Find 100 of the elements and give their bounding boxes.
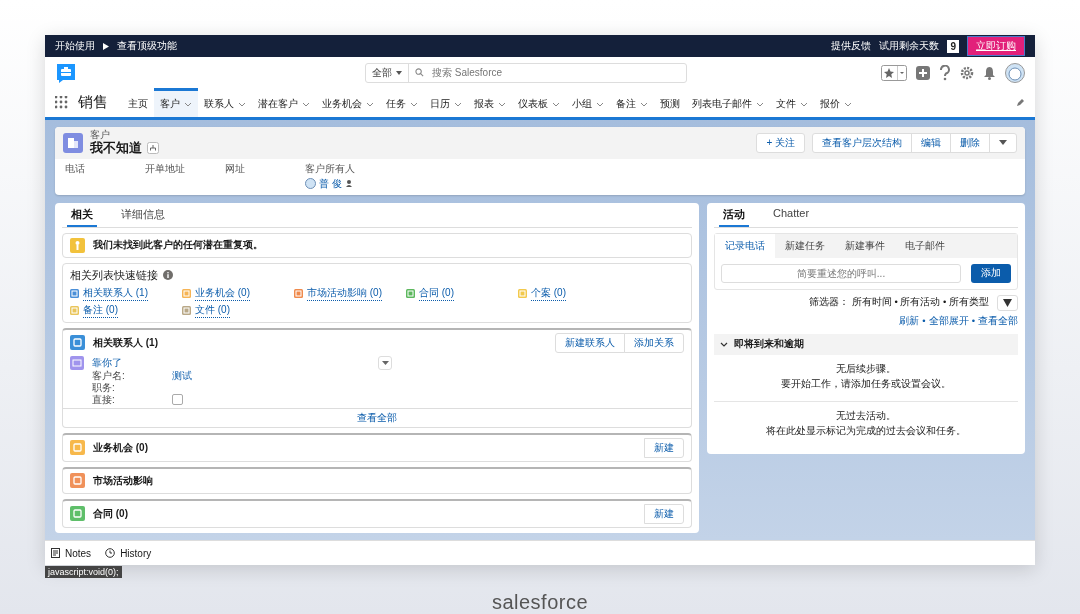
note-icon [51, 548, 60, 558]
nav-tab[interactable]: 潜在客户 [252, 88, 316, 117]
history-button[interactable]: History [105, 547, 152, 559]
chevron-down-icon[interactable] [184, 101, 192, 107]
separator: • [971, 314, 975, 326]
chevron-down-icon[interactable] [800, 101, 808, 107]
object-type-label: 客户 [90, 130, 111, 140]
nav-tab[interactable]: 预测 [654, 88, 686, 117]
nav-tab[interactable]: 任务 [380, 88, 424, 117]
edit-pencil-icon[interactable] [1016, 98, 1025, 107]
new-button[interactable]: 新建 [644, 503, 684, 524]
nav-tab[interactable]: 业务机会 [316, 88, 380, 117]
account-link[interactable]: 测试 [172, 368, 192, 383]
chevron-down-icon[interactable] [498, 101, 506, 107]
empty-message: 无过去活动。 [836, 409, 896, 423]
add-button[interactable]: 添加 [971, 263, 1011, 283]
filter-button[interactable] [997, 294, 1018, 311]
chevron-down-icon[interactable] [238, 101, 246, 107]
action-button[interactable]: 查看客户层次结构 [812, 132, 912, 153]
more-actions-button[interactable] [989, 132, 1017, 153]
search-icon [415, 68, 424, 77]
nav-tab[interactable]: 客户 [154, 88, 198, 117]
nav-tab[interactable]: 日历 [424, 88, 468, 117]
tab[interactable]: Chatter [769, 202, 814, 227]
person-icon [70, 237, 85, 253]
activity-tab[interactable]: 新建事件 [835, 233, 895, 258]
activity-tab[interactable]: 记录电话 [715, 233, 775, 258]
notes-button[interactable]: Notes [51, 547, 92, 559]
settings-icon[interactable] [960, 65, 974, 80]
notification-bell-icon[interactable] [983, 65, 996, 80]
chevron-down-icon[interactable] [302, 101, 310, 107]
nav-tab[interactable]: 报价 [814, 88, 858, 117]
owner-link[interactable]: 普 俊 [319, 176, 342, 191]
quick-link[interactable]: 相关联系人 (1) [83, 285, 148, 301]
search-scope-dropdown[interactable]: 全部 [366, 63, 409, 82]
activity-tab[interactable]: 电子邮件 [895, 233, 955, 258]
search-field[interactable]: 全部 搜索 Salesforce [365, 62, 687, 83]
activity-link[interactable]: 查看全部 [978, 314, 1018, 326]
breadcrumb-link[interactable]: 开始使用 [55, 39, 95, 53]
nav-tab[interactable]: 列表电子邮件 [686, 88, 770, 117]
contact-link[interactable]: 靠你了 [92, 355, 370, 370]
empty-message: 无后续步骤。 [836, 362, 896, 376]
trial-label: 试用剩余天数 [879, 39, 940, 53]
alert-text: 我们未找到此客户的任何潜在重复项。 [93, 238, 263, 253]
row-actions-button[interactable] [378, 355, 392, 370]
view-all-link[interactable]: 查看全部 [357, 411, 397, 423]
chevron-down-icon[interactable] [410, 101, 418, 107]
chevron-down-icon[interactable] [552, 101, 560, 107]
action-button[interactable]: 编辑 [911, 132, 951, 153]
new-button[interactable]: 新建联系人 [555, 332, 625, 353]
field-label: 客户名: [92, 368, 126, 383]
buy-now-button[interactable]: 立即订购 [967, 36, 1025, 56]
field-label: 网址 [225, 161, 246, 176]
avatar-icon[interactable] [1005, 62, 1025, 83]
info-icon[interactable] [163, 270, 173, 281]
nav-tab[interactable]: 报表 [468, 88, 512, 117]
nav-tab[interactable]: 备注 [610, 88, 654, 117]
new-button[interactable]: 添加关系 [624, 332, 684, 353]
status-tooltip: javascript:void(0); [45, 566, 122, 578]
caret-down-icon [999, 140, 1007, 146]
quick-link[interactable]: 市场活动影响 (0) [307, 285, 382, 301]
feedback-link[interactable]: 提供反馈 [831, 39, 872, 53]
chevron-down-icon[interactable] [596, 101, 604, 107]
section-header[interactable]: 即将到来和逾期 [714, 333, 1018, 355]
tab[interactable]: 相关 [67, 202, 97, 227]
tab[interactable]: 详细信息 [117, 202, 169, 227]
follow-button[interactable]: + 关注 [756, 132, 805, 153]
breadcrumb-link[interactable]: 查看顶级功能 [117, 39, 177, 53]
new-button[interactable]: 新建 [644, 437, 684, 458]
hierarchy-icon[interactable] [147, 141, 159, 154]
nav-tab[interactable]: 仪表板 [512, 88, 566, 117]
chevron-down-icon[interactable] [640, 101, 648, 107]
help-icon[interactable] [939, 64, 951, 81]
quick-link[interactable]: 文件 (0) [195, 302, 230, 318]
action-button[interactable]: 删除 [950, 132, 990, 153]
nav-tab[interactable]: 小组 [566, 88, 610, 117]
activity-link[interactable]: 全部展开 [928, 314, 969, 326]
field-label: 职务: [92, 380, 116, 395]
call-summary-field[interactable]: 简要重述您的呼叫... [721, 263, 961, 283]
play-icon [103, 42, 109, 50]
field-label: 直接: [92, 393, 116, 407]
quick-link[interactable]: 备注 (0) [83, 302, 118, 318]
chevron-down-icon[interactable] [454, 101, 462, 107]
app-launcher-icon[interactable] [55, 96, 68, 109]
related-list-title: 相关联系人 (1) [93, 335, 158, 350]
chevron-down-icon[interactable] [366, 101, 374, 107]
add-icon[interactable] [916, 65, 930, 80]
quick-link[interactable]: 业务机会 (0) [195, 285, 250, 301]
quick-link[interactable]: 合同 (0) [419, 285, 454, 301]
field-label: 开单地址 [145, 161, 186, 176]
chevron-down-icon[interactable] [844, 101, 852, 107]
chevron-down-icon[interactable] [756, 101, 764, 107]
activity-link[interactable]: 刷新 [899, 314, 920, 326]
nav-tab[interactable]: 主页 [122, 88, 154, 117]
activity-tab[interactable]: 新建任务 [775, 233, 835, 258]
quick-link[interactable]: 个案 (0) [531, 285, 566, 301]
nav-tab[interactable]: 联系人 [198, 88, 252, 117]
tab[interactable]: 活动 [719, 202, 749, 227]
change-owner-icon[interactable] [344, 179, 353, 189]
nav-tab[interactable]: 文件 [770, 88, 814, 117]
